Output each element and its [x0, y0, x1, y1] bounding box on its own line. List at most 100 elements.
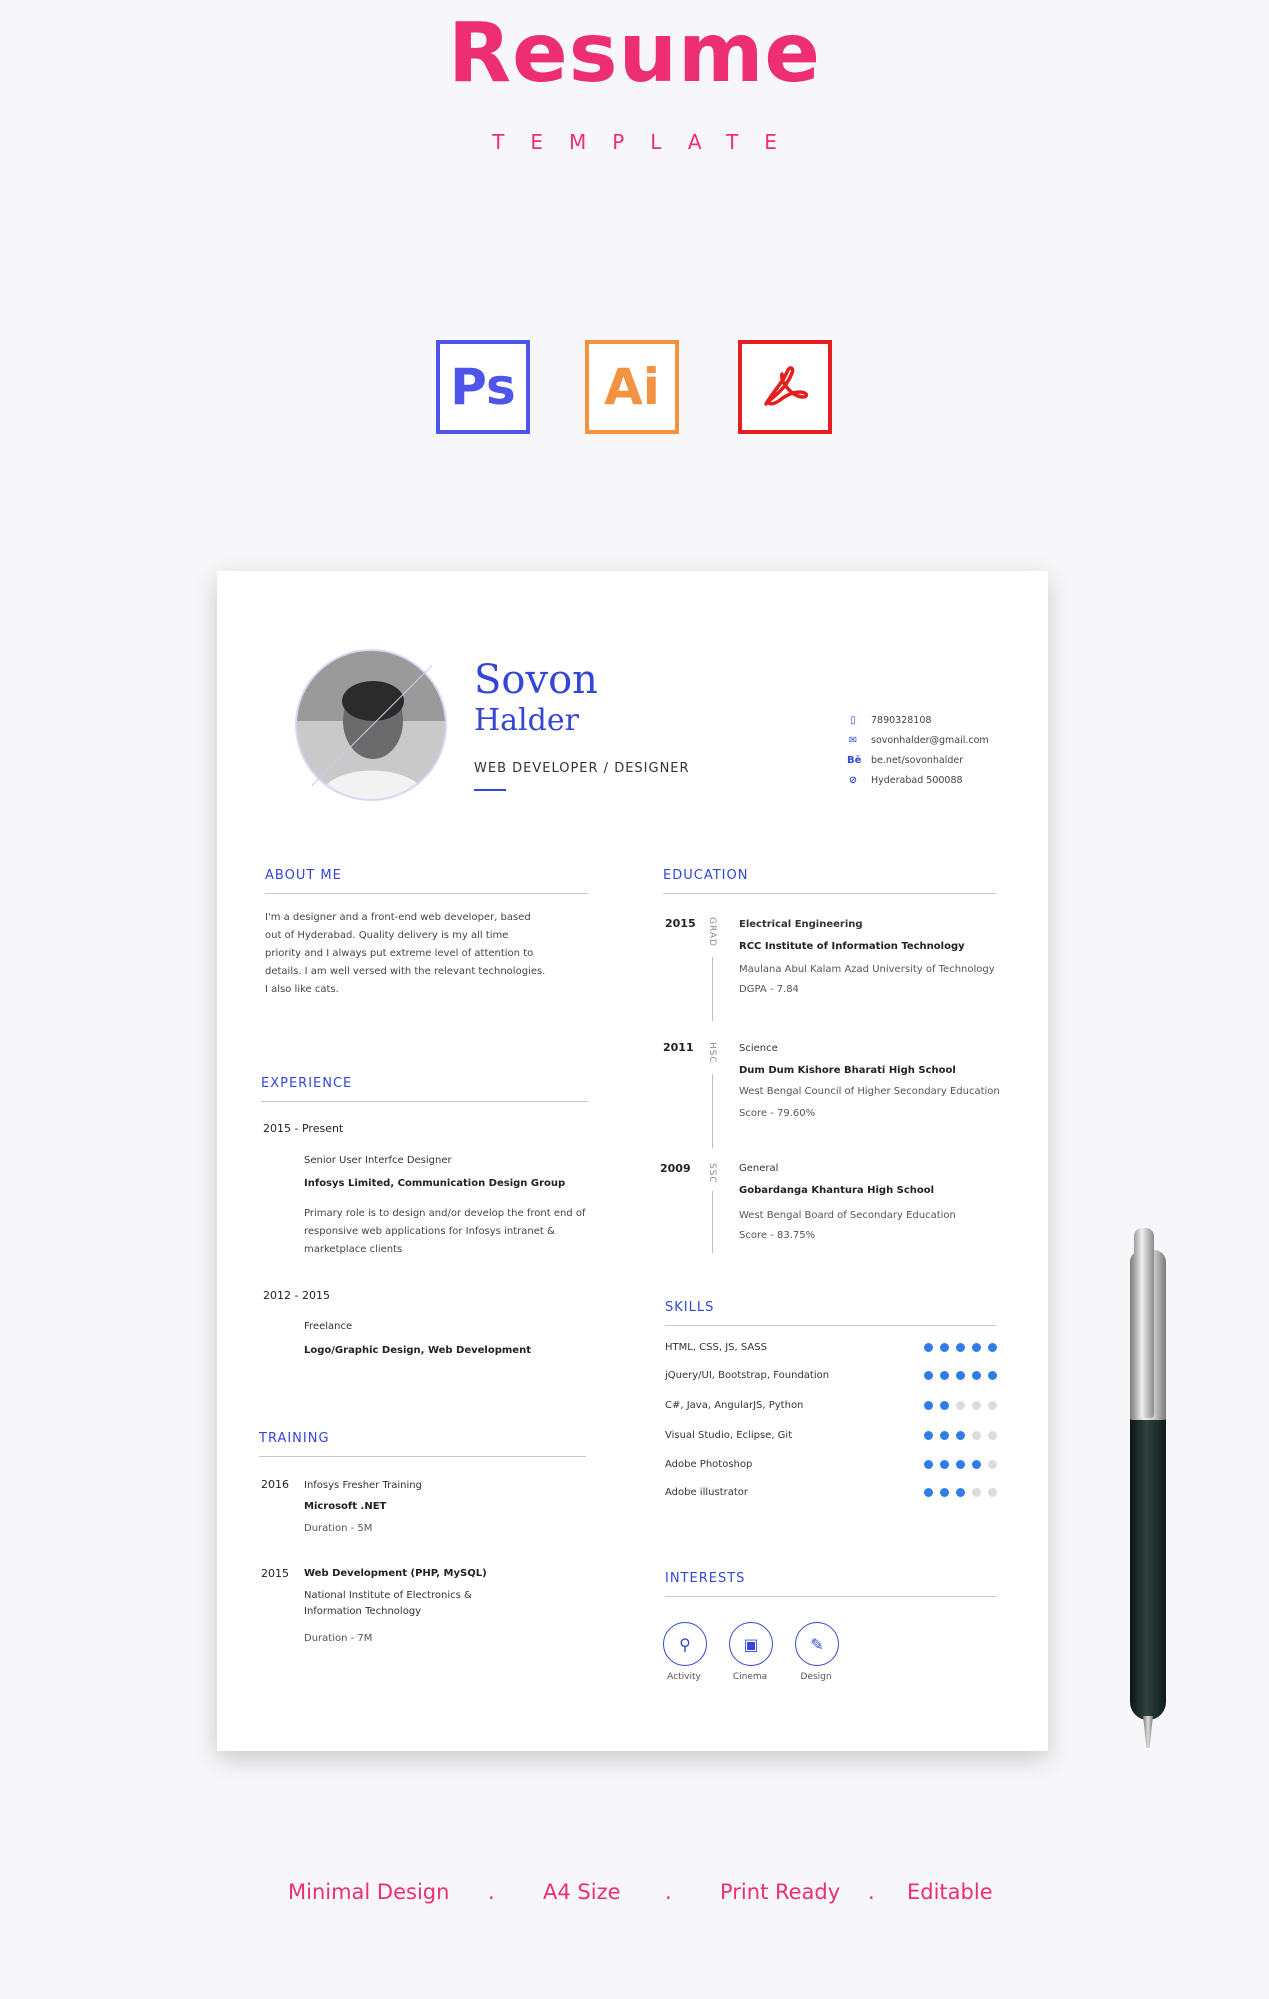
- rating-dot: [956, 1371, 965, 1380]
- training-duration: Duration - 7M: [304, 1633, 373, 1644]
- timeline-line: [712, 957, 713, 1021]
- contact-location: ⊘ Hyderabad 500088: [847, 771, 989, 791]
- skill-name: Adobe Photoshop: [665, 1459, 753, 1470]
- contact-email: ✉ sovonhalder@gmail.com: [847, 731, 989, 751]
- training-rule: [259, 1456, 586, 1457]
- rating-dot: [924, 1371, 933, 1380]
- contact-phone: ▯ 7890328108: [847, 711, 989, 731]
- rating-dot: [956, 1460, 965, 1469]
- skill-rating: [924, 1371, 997, 1380]
- skill-name: C#, Java, AngularJS, Python: [665, 1400, 804, 1411]
- skill-row: C#, Java, AngularJS, Python: [665, 1400, 997, 1411]
- contact-behance: Bē be.net/sovonhalder: [847, 751, 989, 771]
- rating-dot: [972, 1401, 981, 1410]
- experience-role: Senior User Interfce Designer: [304, 1155, 452, 1166]
- education-level: HSC: [707, 1042, 717, 1064]
- interests-rule: [665, 1596, 996, 1597]
- rating-dot: [940, 1343, 949, 1352]
- role-underline: [474, 789, 506, 791]
- footer-feature: Minimal Design: [288, 1880, 450, 1904]
- rating-dot: [972, 1460, 981, 1469]
- illustrator-icon: Ai: [585, 340, 679, 434]
- mail-icon: ✉: [848, 735, 858, 746]
- education-year: 2011: [663, 1041, 694, 1054]
- education-board: West Bengal Board of Secondary Education: [739, 1210, 956, 1221]
- skill-row: Adobe illustrator: [665, 1487, 997, 1498]
- rating-dot: [924, 1401, 933, 1410]
- education-rule: [663, 893, 996, 894]
- education-score: DGPA - 7.84: [739, 984, 799, 995]
- dumbbell-icon: ⚲: [663, 1622, 707, 1666]
- footer-feature: Print Ready: [720, 1880, 841, 1904]
- training-year: 2016: [261, 1478, 289, 1491]
- training-year: 2015: [261, 1567, 289, 1580]
- photoshop-icon: Ps: [436, 340, 530, 434]
- skill-rating: [924, 1488, 997, 1497]
- first-name: Sovon: [474, 657, 598, 703]
- experience-role: Freelance: [304, 1321, 353, 1332]
- education-school: Dum Dum Kishore Bharati High School: [739, 1065, 956, 1076]
- skill-row: jQuery/UI, Bootstrap, Foundation: [665, 1370, 997, 1381]
- education-score: Score - 79.60%: [739, 1108, 816, 1119]
- rating-dot: [956, 1488, 965, 1497]
- education-field: Electrical Engineering: [739, 919, 863, 930]
- education-title: EDUCATION: [663, 868, 749, 883]
- training-duration: Duration - 5M: [304, 1523, 373, 1534]
- rating-dot: [940, 1488, 949, 1497]
- skill-name: Visual Studio, Eclipse, Git: [665, 1430, 793, 1441]
- rating-dot: [956, 1343, 965, 1352]
- rating-dot: [988, 1460, 997, 1469]
- training-title: TRAINING: [259, 1431, 330, 1446]
- skill-name: Adobe illustrator: [665, 1487, 749, 1498]
- training-name: Web Development (PHP, MySQL): [304, 1568, 487, 1579]
- rating-dot: [972, 1431, 981, 1440]
- education-board: Maulana Abul Kalam Azad University of Te…: [739, 964, 995, 975]
- training-name: Infosys Fresher Training: [304, 1480, 422, 1491]
- rating-dot: [940, 1401, 949, 1410]
- rating-dot: [940, 1431, 949, 1440]
- contact-block: ▯ 7890328108 ✉ sovonhalder@gmail.com Bē …: [847, 711, 989, 791]
- last-name: Halder: [474, 703, 579, 738]
- skill-row: Visual Studio, Eclipse, Git: [665, 1430, 997, 1441]
- resume-sheet: Sovon Halder WEB DEVELOPER / DESIGNER ▯ …: [217, 571, 1048, 1751]
- rating-dot: [972, 1371, 981, 1380]
- education-school: RCC Institute of Information Technology: [739, 941, 965, 952]
- footer-separator: .: [665, 1880, 672, 1904]
- timeline-line: [712, 1074, 713, 1148]
- avatar: [287, 641, 457, 811]
- experience-period: 2012 - 2015: [263, 1289, 330, 1302]
- skill-name: jQuery/UI, Bootstrap, Foundation: [665, 1370, 830, 1381]
- training-org-line2: Information Technology: [304, 1606, 422, 1617]
- skill-rating: [924, 1431, 997, 1440]
- education-level: GRAD: [707, 917, 717, 947]
- about-text: I'm a designer and a front-end web devel…: [265, 912, 546, 995]
- page-subtitle: TEMPLATE: [492, 130, 803, 154]
- behance-icon: Bē: [847, 755, 862, 766]
- education-year: 2009: [660, 1162, 691, 1175]
- rating-dot: [956, 1401, 965, 1410]
- pen-clip: [1134, 1228, 1154, 1418]
- skill-name: HTML, CSS, JS, SASS: [665, 1342, 767, 1353]
- adobe-acrobat-icon: [738, 340, 832, 434]
- rating-dot: [940, 1460, 949, 1469]
- education-field: General: [739, 1163, 779, 1174]
- skill-row: HTML, CSS, JS, SASS: [665, 1342, 997, 1353]
- rating-dot: [988, 1488, 997, 1497]
- training-org: National Institute of Electronics &: [304, 1590, 472, 1601]
- experience-company: Infosys Limited, Communication Design Gr…: [304, 1178, 566, 1189]
- rating-dot: [988, 1401, 997, 1410]
- skills-rule: [665, 1325, 996, 1326]
- rating-dot: [940, 1371, 949, 1380]
- rating-dot: [988, 1343, 997, 1352]
- pen-tool-icon: ✎: [795, 1622, 839, 1666]
- education-level: SSC: [707, 1163, 717, 1184]
- rating-dot: [924, 1460, 933, 1469]
- experience-title: EXPERIENCE: [261, 1076, 353, 1091]
- rating-dot: [972, 1488, 981, 1497]
- rating-dot: [988, 1431, 997, 1440]
- acrobat-glyph: [764, 366, 809, 406]
- education-school: Gobardanga Khantura High School: [739, 1185, 935, 1196]
- camera-icon: ▣: [729, 1622, 773, 1666]
- education-field: Science: [739, 1043, 778, 1054]
- training-org: Microsoft .NET: [304, 1501, 387, 1512]
